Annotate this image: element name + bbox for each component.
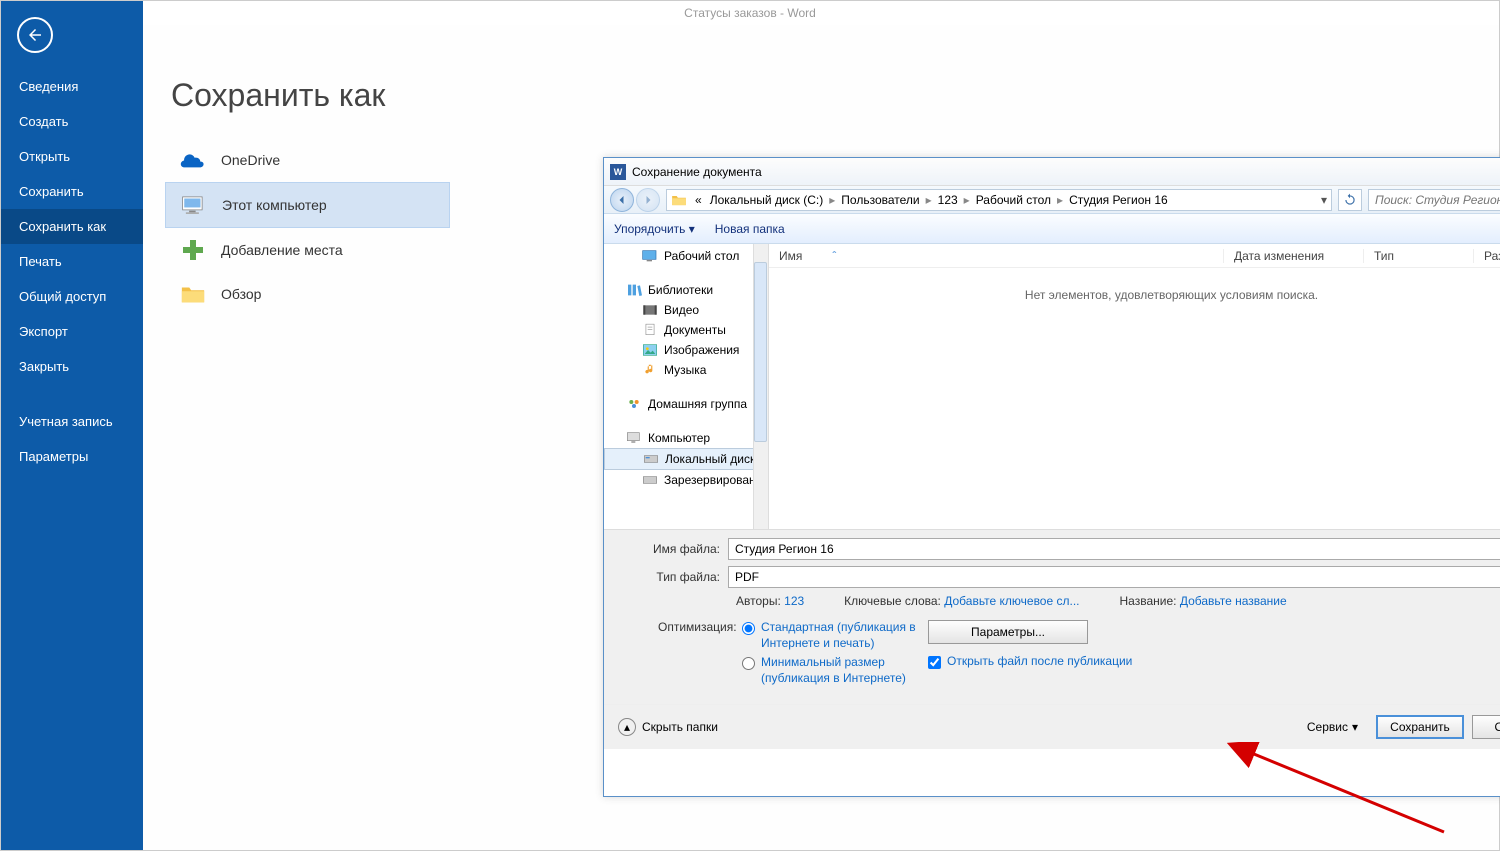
location-onedrive[interactable]: OneDrive — [165, 138, 450, 182]
bc-part[interactable]: Пользователи — [837, 193, 923, 207]
filename-label: Имя файла: — [618, 542, 728, 556]
tree-local-disk[interactable]: Локальный диск — [604, 448, 768, 470]
dialog-toolbar: Упорядочить ▾ Новая папка ☰ ▾ ? — [604, 214, 1500, 244]
location-label: Обзор — [221, 286, 261, 302]
computer-icon — [180, 193, 208, 217]
sidebar-save-as[interactable]: Сохранить как — [1, 209, 143, 244]
optimize-minimal-label[interactable]: Минимальный размер (публикация в Интерне… — [761, 655, 928, 686]
folder-tree[interactable]: Рабочий стол Библиотеки Видео Документы … — [604, 244, 769, 529]
authors-label: Авторы: — [736, 594, 781, 608]
title-value[interactable]: Добавьте название — [1180, 594, 1287, 608]
refresh-button[interactable] — [1338, 189, 1362, 211]
tree-music[interactable]: Музыка — [604, 360, 768, 380]
tree-video[interactable]: Видео — [604, 300, 768, 320]
folder-icon — [179, 282, 207, 306]
location-label: OneDrive — [221, 152, 280, 168]
filetype-label: Тип файла: — [618, 570, 728, 584]
chevron-down-icon[interactable]: ▾ — [1321, 193, 1327, 207]
sidebar-account[interactable]: Учетная запись — [1, 404, 143, 439]
cancel-button[interactable]: Отмена — [1472, 715, 1500, 739]
location-label: Добавление места — [221, 242, 343, 258]
save-locations: OneDrive Этот компьютер Добавление места… — [165, 138, 450, 316]
new-folder-button[interactable]: Новая папка — [715, 222, 785, 236]
bc-prefix: « — [691, 193, 706, 207]
sidebar-print[interactable]: Печать — [1, 244, 143, 279]
optimize-standard-radio[interactable] — [742, 622, 755, 635]
tree-computer[interactable]: Компьютер — [604, 428, 768, 448]
nav-forward-button[interactable] — [636, 188, 660, 212]
tree-desktop[interactable]: Рабочий стол — [604, 246, 768, 266]
dialog-body: Рабочий стол Библиотеки Видео Документы … — [604, 244, 1500, 529]
tools-dropdown[interactable]: Сервис▾ — [1297, 720, 1368, 734]
sort-caret-icon: ˆ — [832, 249, 836, 263]
file-list[interactable]: Имяˆ Дата изменения Тип Размер Нет элеме… — [769, 244, 1500, 529]
file-columns[interactable]: Имяˆ Дата изменения Тип Размер — [769, 244, 1500, 268]
location-this-pc[interactable]: Этот компьютер — [165, 182, 450, 228]
dialog-footer: ▴ Скрыть папки Сервис▾ Сохранить Отмена — [604, 704, 1500, 749]
dialog-nav-bar: « Локальный диск (C:)▸ Пользователи▸ 123… — [604, 186, 1500, 214]
filename-input[interactable]: Студия Регион 16▾ — [728, 538, 1500, 560]
dialog-title: Сохранение документа — [632, 165, 762, 179]
tree-reserved[interactable]: Зарезервирован — [604, 470, 768, 490]
sidebar-options[interactable]: Параметры — [1, 439, 143, 474]
bc-part[interactable]: 123 — [934, 193, 962, 207]
window-title: Статусы заказов - Word — [1, 1, 1499, 25]
dialog-titlebar[interactable]: W Сохранение документа — [604, 158, 1500, 186]
sidebar-close[interactable]: Закрыть — [1, 349, 143, 384]
breadcrumb[interactable]: « Локальный диск (C:)▸ Пользователи▸ 123… — [666, 189, 1332, 211]
location-add-place[interactable]: Добавление места — [165, 228, 450, 272]
open-after-checkbox[interactable] — [928, 656, 941, 669]
pdf-params-button[interactable]: Параметры... — [928, 620, 1088, 644]
sidebar-info[interactable]: Сведения — [1, 69, 143, 104]
dialog-form: Имя файла: Студия Регион 16▾ Тип файла: … — [604, 529, 1500, 704]
search-input[interactable] — [1375, 193, 1500, 207]
save-button[interactable]: Сохранить — [1376, 715, 1464, 739]
sidebar-export[interactable]: Экспорт — [1, 314, 143, 349]
sidebar-share[interactable]: Общий доступ — [1, 279, 143, 314]
chevron-up-icon: ▴ — [618, 718, 636, 736]
optimize-standard-label[interactable]: Стандартная (публикация в Интернете и пе… — [761, 620, 928, 651]
keywords-label: Ключевые слова: — [844, 594, 941, 608]
organize-button[interactable]: Упорядочить ▾ — [614, 222, 695, 236]
sidebar-new[interactable]: Создать — [1, 104, 143, 139]
open-after-label[interactable]: Открыть файл после публикации — [947, 654, 1132, 670]
word-icon: W — [610, 164, 626, 180]
location-browse[interactable]: Обзор — [165, 272, 450, 316]
empty-message: Нет элементов, удовлетворяющих условиям … — [769, 268, 1500, 322]
tree-documents[interactable]: Документы — [604, 320, 768, 340]
bc-part[interactable]: Рабочий стол — [972, 193, 1055, 207]
title-label: Название: — [1120, 594, 1177, 608]
keywords-value[interactable]: Добавьте ключевое сл... — [944, 594, 1079, 608]
bc-part[interactable]: Локальный диск (C:) — [706, 193, 828, 207]
tree-images[interactable]: Изображения — [604, 340, 768, 360]
tree-homegroup[interactable]: Домашняя группа — [604, 394, 768, 414]
authors-value[interactable]: 123 — [784, 594, 804, 608]
save-dialog: W Сохранение документа « Локальный диск … — [603, 157, 1500, 797]
sidebar-open[interactable]: Открыть — [1, 139, 143, 174]
tree-scrollbar-thumb[interactable] — [754, 262, 767, 442]
optimize-minimal-radio[interactable] — [742, 657, 755, 670]
sidebar-save[interactable]: Сохранить — [1, 174, 143, 209]
back-button[interactable] — [17, 17, 53, 53]
bc-part[interactable]: Студия Регион 16 — [1065, 193, 1172, 207]
plus-icon — [179, 238, 207, 262]
search-box[interactable] — [1368, 189, 1500, 211]
backstage-main: Сохранить как OneDrive Этот компьютер До… — [143, 25, 1499, 850]
backstage-sidebar: Сведения Создать Открыть Сохранить Сохра… — [1, 1, 143, 850]
tree-libraries[interactable]: Библиотеки — [604, 280, 768, 300]
optimize-label: Оптимизация: — [658, 620, 736, 636]
hide-folders-button[interactable]: ▴ Скрыть папки — [618, 718, 718, 736]
filetype-select[interactable]: PDF▾ — [728, 566, 1500, 588]
page-title: Сохранить как — [143, 25, 1499, 138]
location-label: Этот компьютер — [222, 197, 327, 213]
onedrive-icon — [179, 148, 207, 172]
nav-back-button[interactable] — [610, 188, 634, 212]
